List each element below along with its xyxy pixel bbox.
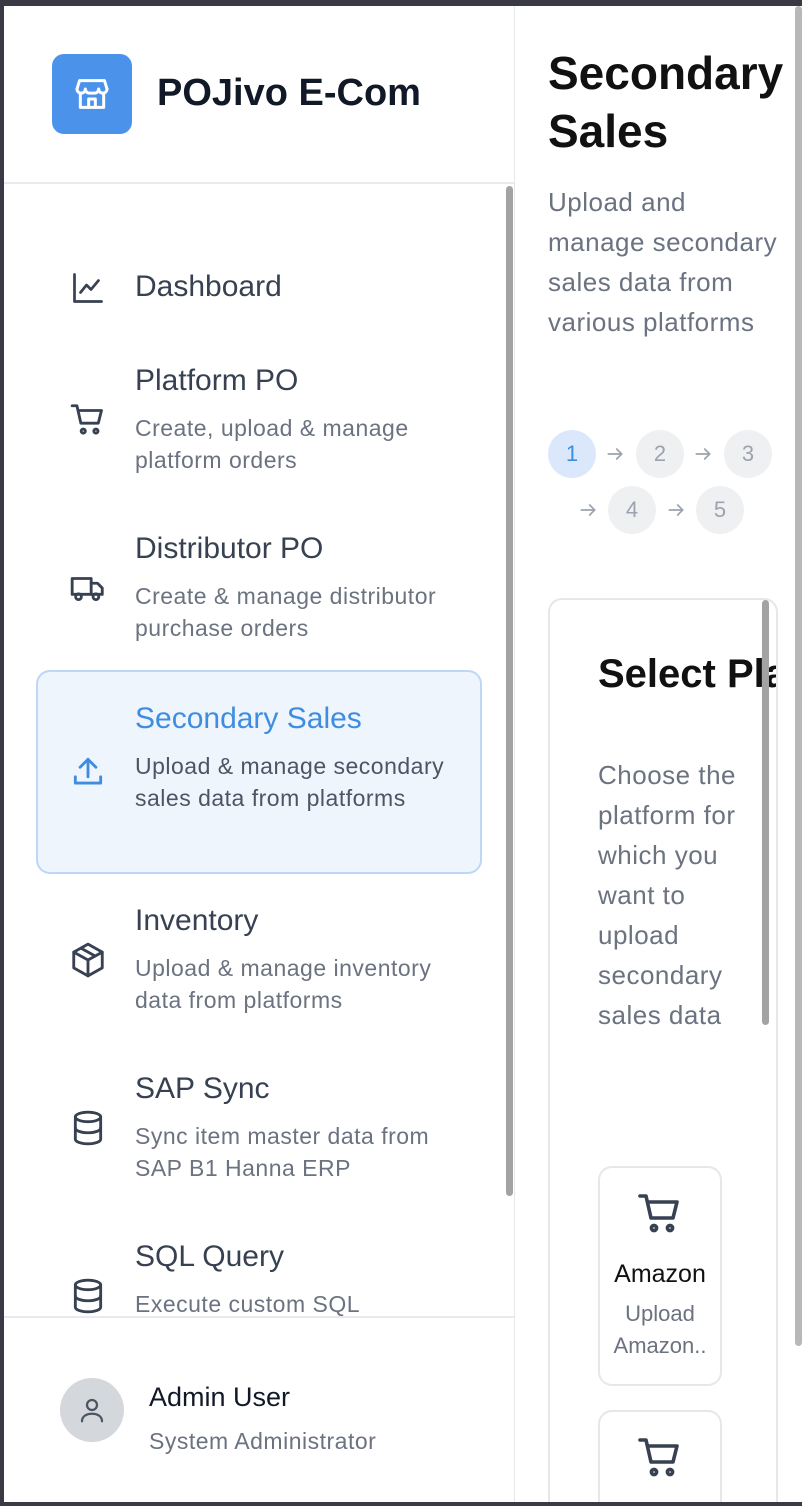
sidebar-item-secondary-sales[interactable]: Secondary Sales Upload & manage secondar… xyxy=(36,670,482,874)
platform-option-2[interactable] xyxy=(598,1410,722,1502)
sidebar-item-sql-query[interactable]: SQL Query Execute custom SQL xyxy=(36,1224,482,1316)
store-icon[interactable] xyxy=(52,54,132,134)
step-2[interactable]: 2 xyxy=(636,430,684,478)
sidebar-item-label: SAP Sync xyxy=(135,1072,270,1105)
cart-icon xyxy=(638,1438,679,1477)
cart-icon xyxy=(638,1194,679,1233)
sidebar-item-label: Dashboard xyxy=(135,270,282,303)
sidebar-scrollbar[interactable] xyxy=(506,186,513,1196)
avatar[interactable] xyxy=(60,1378,124,1442)
sidebar-item-label: Secondary Sales xyxy=(135,702,362,735)
app-name: POJivo E-Com xyxy=(157,72,421,114)
arrow-right-icon xyxy=(668,504,684,516)
step-5[interactable]: 5 xyxy=(696,486,744,534)
platform-desc: Upload Amazon.. xyxy=(600,1298,720,1362)
arrow-right-icon xyxy=(580,504,596,516)
sidebar-item-distributor-po[interactable]: Distributor PO Create & manage distribut… xyxy=(36,516,482,656)
user-name: Admin User xyxy=(149,1382,291,1412)
sidebar-item-desc: Create, upload & manage platform orders xyxy=(135,415,409,473)
database-icon xyxy=(68,1276,108,1316)
step-3[interactable]: 3 xyxy=(724,430,772,478)
card-subtitle: Choose the platform for which you want t… xyxy=(598,760,736,1030)
page-subtitle: Upload and manage secondary sales data f… xyxy=(548,187,778,337)
line-chart-icon xyxy=(68,268,108,308)
main-content: Secondary Sales Upload and manage second… xyxy=(516,6,802,1502)
sidebar-item-desc: Upload & manage secondary sales data fro… xyxy=(135,753,445,811)
main-scrollbar[interactable] xyxy=(795,6,802,1346)
sidebar-item-desc: Create & manage distributor purchase ord… xyxy=(135,583,437,641)
card-scrollbar[interactable] xyxy=(762,600,769,1025)
box-icon xyxy=(68,940,108,980)
sidebar-item-dashboard[interactable]: Dashboard xyxy=(36,236,482,336)
arrow-right-icon xyxy=(607,448,623,460)
platform-desc-text: Upload Amazon.. xyxy=(613,1301,707,1358)
platform-option-amazon[interactable]: Amazon Upload Amazon.. xyxy=(598,1166,722,1386)
sidebar-nav: Dashboard Platform PO Create, upload & m… xyxy=(4,186,514,1316)
database-icon xyxy=(68,1108,108,1148)
user-role: System Administrator xyxy=(149,1428,377,1454)
card-title: Select Platform xyxy=(598,652,776,696)
arrow-right-icon xyxy=(695,448,711,460)
user-icon xyxy=(80,1398,104,1423)
page-title: Secondary Sales xyxy=(548,47,784,157)
sidebar: POJivo E-Com Dashboard Platform PO Creat… xyxy=(4,6,515,1502)
sidebar-item-label: Platform PO xyxy=(135,364,299,397)
upload-icon xyxy=(68,752,108,792)
step-4[interactable]: 4 xyxy=(608,486,656,534)
step-1[interactable]: 1 xyxy=(548,430,596,478)
sidebar-item-label: SQL Query xyxy=(135,1240,284,1273)
sidebar-item-label: Distributor PO xyxy=(135,532,324,565)
sidebar-item-inventory[interactable]: Inventory Upload & manage inventory data… xyxy=(36,888,482,1028)
user-profile[interactable]: Admin User System Administrator xyxy=(4,1316,514,1502)
cart-icon xyxy=(68,400,108,440)
brand-header: POJivo E-Com xyxy=(4,6,514,184)
select-platform-card: Select Platform Choose the platform for … xyxy=(548,598,778,1502)
sidebar-item-platform-po[interactable]: Platform PO Create, upload & manage plat… xyxy=(36,348,482,488)
platform-name: Amazon xyxy=(614,1260,706,1288)
sidebar-item-desc: Sync item master data from SAP B1 Hanna … xyxy=(135,1123,430,1181)
sidebar-item-sap-sync[interactable]: SAP Sync Sync item master data from SAP … xyxy=(36,1056,482,1196)
app-window: POJivo E-Com Dashboard Platform PO Creat… xyxy=(4,6,802,1502)
sidebar-item-label: Inventory xyxy=(135,904,259,937)
card-title-text: Select Platform xyxy=(598,652,776,696)
truck-icon xyxy=(68,568,108,608)
sidebar-item-desc: Upload & manage inventory data from plat… xyxy=(135,955,432,1013)
sidebar-item-desc: Execute custom SQL xyxy=(135,1291,361,1316)
